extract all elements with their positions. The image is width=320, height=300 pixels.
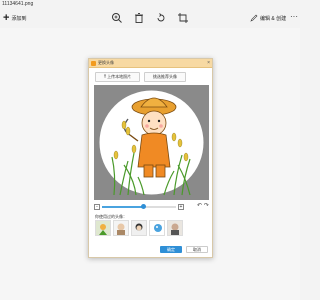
zoom-control: - + ↶ ↷ — [94, 203, 209, 210]
upload-label: 上传本地照片 — [107, 74, 132, 79]
zoom-in-icon[interactable] — [111, 12, 123, 24]
recent-avatar[interactable] — [95, 220, 111, 236]
trash-icon[interactable] — [133, 12, 145, 24]
upload-icon: ⭡ — [103, 73, 107, 80]
viewer-toolbar: + 添加到 编辑 & 创建 ··· — [0, 8, 300, 28]
recent-avatar[interactable] — [113, 220, 129, 236]
window-title: 11134641.png — [0, 0, 300, 8]
zoom-out-button[interactable]: - — [94, 204, 100, 210]
crop-area[interactable] — [94, 85, 209, 200]
source-button-row: ⭡ 上传本地照片 挑选推荐头像 — [89, 72, 214, 82]
rotate-icon[interactable] — [155, 12, 167, 24]
zoom-in-button[interactable]: + — [178, 204, 184, 210]
zoom-slider-fill — [102, 206, 143, 208]
more-options-button[interactable]: ··· — [290, 13, 298, 21]
recent-avatar[interactable] — [149, 220, 165, 236]
add-to-label: 添加到 — [11, 15, 27, 22]
add-to-button[interactable]: + 添加到 — [3, 12, 26, 24]
crop-icon[interactable] — [177, 12, 189, 24]
edit-icon — [250, 14, 258, 22]
rotate-left-icon[interactable]: ↶ — [197, 203, 202, 210]
recent-avatar[interactable] — [131, 220, 147, 236]
confirm-button[interactable]: 确定 — [160, 246, 182, 253]
recent-avatars-list — [95, 220, 183, 236]
cancel-button[interactable]: 取消 — [186, 246, 208, 253]
change-avatar-dialog: 更换头像 × ⭡ 上传本地照片 挑选推荐头像 - + ↶ ↷ 你使用过的头像： … — [88, 58, 213, 258]
zoom-slider[interactable] — [102, 204, 176, 209]
avatar-preview-image — [94, 85, 209, 200]
edit-create-label: 编辑 & 创建 — [260, 15, 287, 22]
dialog-close-button[interactable]: × — [207, 60, 210, 66]
zoom-slider-handle[interactable] — [140, 204, 146, 209]
choose-recommended-avatar-button[interactable]: 挑选推荐头像 — [144, 72, 186, 82]
edit-create-button[interactable]: 编辑 & 创建 — [250, 13, 286, 23]
dialog-title: 更换头像 — [98, 60, 114, 65]
rotate-right-icon[interactable]: ↷ — [204, 203, 209, 210]
plus-icon: + — [3, 11, 10, 24]
upload-local-photo-button[interactable]: ⭡ 上传本地照片 — [95, 72, 140, 82]
app-icon — [91, 60, 96, 66]
recent-avatar[interactable] — [167, 220, 183, 236]
dialog-title-bar: 更换头像 — [89, 59, 212, 68]
